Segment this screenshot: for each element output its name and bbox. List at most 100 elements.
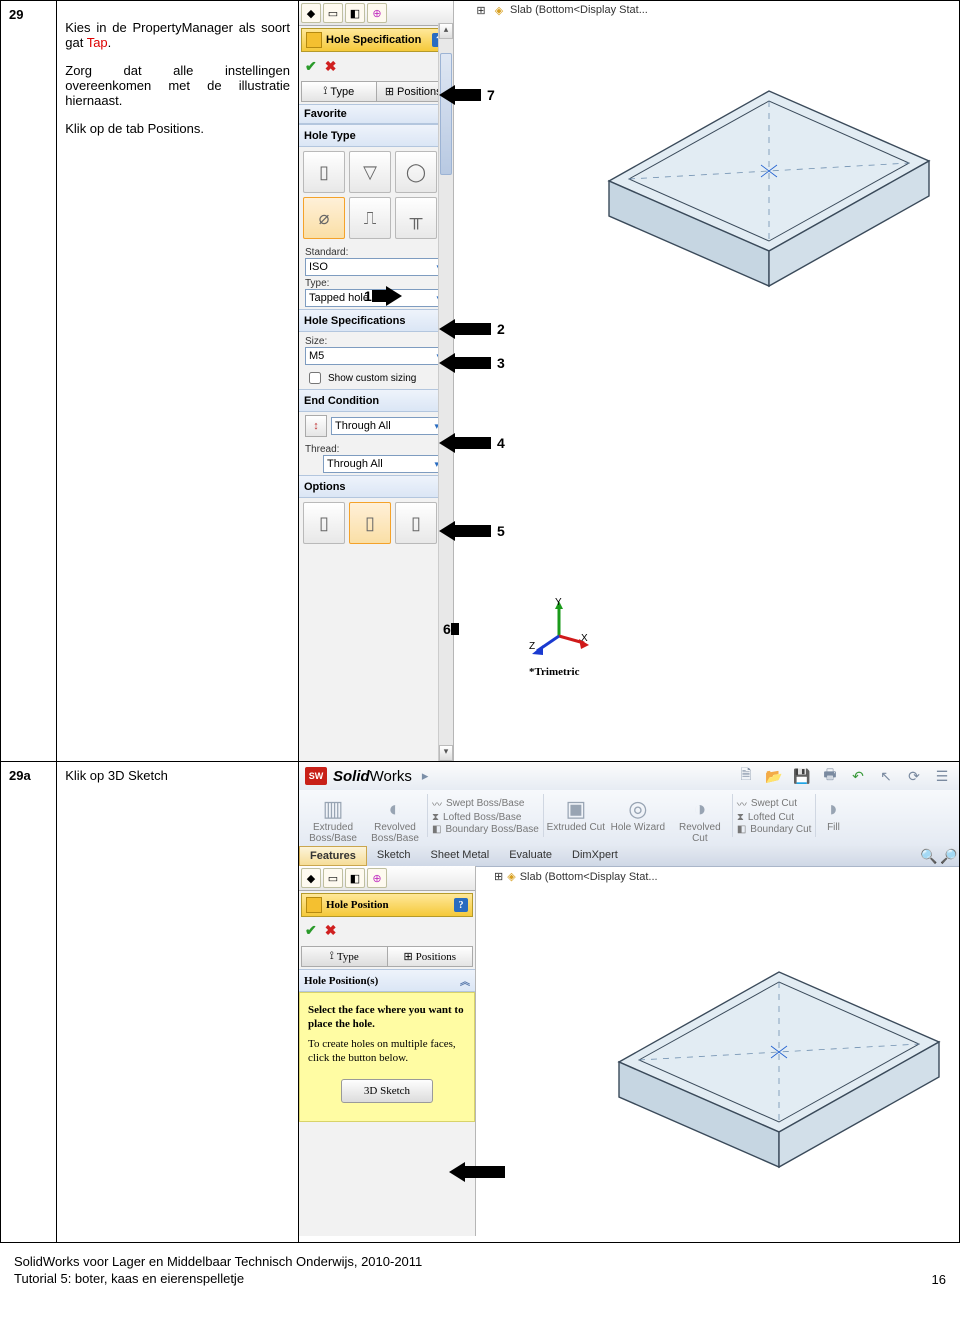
menu-expand-icon[interactable]: ▸ bbox=[422, 768, 429, 784]
lofted-boss-button[interactable]: ⧗Lofted Boss/Base bbox=[432, 812, 539, 823]
footer-line1: SolidWorks voor Lager en Middelbaar Tech… bbox=[14, 1253, 422, 1270]
countersink-icon[interactable]: ▽ bbox=[349, 151, 391, 193]
open-icon[interactable]: 📂 bbox=[763, 765, 785, 787]
cb-show-custom-box[interactable] bbox=[309, 372, 321, 384]
footer-line2: Tutorial 5: boter, kaas en eierenspellet… bbox=[14, 1270, 422, 1287]
help-icon[interactable]: ? bbox=[454, 898, 468, 912]
pm2-tab-positions[interactable]: ⊞Positions bbox=[388, 947, 473, 966]
page-number: 16 bbox=[932, 1272, 946, 1287]
cancel-icon[interactable]: ✖ bbox=[325, 923, 337, 940]
arrow-1: 1 bbox=[309, 286, 402, 306]
options-icon-grid: ▯ ▯ ▯ bbox=[299, 498, 453, 548]
tab-features[interactable]: Features bbox=[299, 846, 367, 866]
type-positions-tabs: ⟟Type ⊞Positions bbox=[301, 81, 451, 102]
expand-icon[interactable]: ⊞ bbox=[474, 3, 488, 17]
lofted-cut-icon: ⧗ bbox=[737, 812, 744, 823]
positions-tab-icon: ⊞ bbox=[385, 85, 394, 98]
feature-tree-breadcrumb-2: ⊞ ◈ Slab (Bottom<Display Stat... bbox=[494, 870, 658, 883]
sec-holeposition[interactable]: Hole Position(s)︽ bbox=[299, 969, 475, 992]
opt-icon-3[interactable]: ▯ bbox=[395, 502, 437, 544]
sec-holetype[interactable]: Hole Type︽ bbox=[299, 124, 453, 147]
pm-tab-dim-icon[interactable]: ⊕ bbox=[367, 3, 387, 23]
dd-standard[interactable]: ISO▾ bbox=[305, 258, 445, 276]
pm-tab-prop-icon[interactable]: ▭ bbox=[323, 3, 343, 23]
expand-icon[interactable]: ⊞ bbox=[494, 870, 503, 883]
boundary-cut-button[interactable]: ◧Boundary Cut bbox=[737, 824, 812, 835]
select-icon[interactable]: ↖ bbox=[875, 765, 897, 787]
view-orientation-label: *Trimetric bbox=[529, 666, 580, 678]
flip-direction-icon[interactable]: ↕ bbox=[305, 415, 327, 437]
legacy-hole-icon[interactable]: ╥ bbox=[395, 197, 437, 239]
chevron-icon: ︽ bbox=[460, 973, 470, 988]
pm-scrollbar[interactable]: ▴ ▾ bbox=[438, 23, 453, 761]
opt-icon-1[interactable]: ▯ bbox=[303, 502, 345, 544]
pm-tab-strip: ◆ ▭ ◧ ⊕ bbox=[299, 1, 453, 26]
sec-holespec[interactable]: Hole Specifications︽ bbox=[299, 309, 453, 332]
counterbore-icon[interactable]: ▯ bbox=[303, 151, 345, 193]
extruded-boss-button[interactable]: ▥Extruded Boss/Base bbox=[303, 794, 363, 844]
lofted-cut-button[interactable]: ⧗Lofted Cut bbox=[737, 812, 812, 823]
tab-sheetmetal[interactable]: Sheet Metal bbox=[421, 846, 500, 866]
tab-evaluate[interactable]: Evaluate bbox=[499, 846, 562, 866]
save-icon[interactable]: 💾 bbox=[791, 765, 813, 787]
swept-cut-button[interactable]: 〰Swept Cut bbox=[737, 796, 812, 811]
pm2-tab-feature-icon[interactable]: ◆ bbox=[301, 868, 321, 888]
opt-icon-2[interactable]: ▯ bbox=[349, 502, 391, 544]
holetype-icon-grid: ▯ ▽ ◯ ⌀ ⎍ ╥ bbox=[299, 147, 453, 243]
extruded-cut-button[interactable]: ▣Extruded Cut bbox=[546, 794, 606, 833]
pipe-tap-icon[interactable]: ⎍ bbox=[349, 197, 391, 239]
hole-wizard-button[interactable]: ◎Hole Wizard bbox=[608, 794, 668, 833]
pm2-tab-strip: ◆ ▭ ◧ ⊕ bbox=[299, 866, 475, 891]
hole-icon[interactable]: ◯ bbox=[395, 151, 437, 193]
pm2-type-positions-tabs: ⟟Type ⊞Positions bbox=[301, 946, 473, 967]
boundary-boss-button[interactable]: ◧Boundary Boss/Base bbox=[432, 824, 539, 835]
swept-boss-button[interactable]: 〰Swept Boss/Base bbox=[432, 796, 539, 811]
sec-favorite[interactable]: Favorite⌄ bbox=[299, 104, 453, 124]
scroll-down-icon[interactable]: ▾ bbox=[439, 745, 453, 761]
dd-size[interactable]: M5▾ bbox=[305, 347, 445, 365]
tab-dimxpert[interactable]: DimXpert bbox=[562, 846, 628, 866]
undo-icon[interactable]: ↶ bbox=[847, 765, 869, 787]
step29-p1: Kies in de PropertyManager als soort gat… bbox=[65, 20, 290, 50]
cb-show-custom[interactable]: Show custom sizing bbox=[299, 367, 453, 389]
fillet-button[interactable]: ◗Fill bbox=[818, 794, 848, 833]
revolved-cut-button[interactable]: ◑Revolved Cut bbox=[670, 794, 730, 844]
scroll-thumb[interactable] bbox=[440, 53, 452, 175]
fillet-icon: ◗ bbox=[818, 794, 848, 822]
options-icon[interactable]: ☰ bbox=[931, 765, 953, 787]
tab-type[interactable]: ⟟Type bbox=[302, 82, 377, 101]
tab-sketch[interactable]: Sketch bbox=[367, 846, 421, 866]
pm-tab-config-icon[interactable]: ◧ bbox=[345, 3, 365, 23]
3d-sketch-button[interactable]: 3D Sketch bbox=[341, 1079, 433, 1103]
page-footer: SolidWorks voor Lager en Middelbaar Tech… bbox=[0, 1243, 960, 1303]
pm2-tab-config-icon[interactable]: ◧ bbox=[345, 868, 365, 888]
tree-text: Slab (Bottom<Display Stat... bbox=[520, 871, 658, 883]
pm2-tab-prop-icon[interactable]: ▭ bbox=[323, 868, 343, 888]
cancel-icon[interactable]: ✖ bbox=[325, 58, 337, 75]
sec-endcond[interactable]: End Condition︽ bbox=[299, 389, 453, 412]
ok-icon[interactable]: ✔ bbox=[305, 58, 317, 75]
rebuild-icon[interactable]: ⟳ bbox=[903, 765, 925, 787]
zoom-area-icon[interactable]: 🔎 bbox=[939, 846, 959, 866]
tap-icon[interactable]: ⌀ bbox=[303, 197, 345, 239]
dd-endcond[interactable]: Through All▾ bbox=[331, 417, 443, 435]
step-text-29a: Klik op 3D Sketch bbox=[57, 762, 299, 1243]
swept-cut-icon: 〰 bbox=[737, 796, 747, 811]
pm2-tab-type[interactable]: ⟟Type bbox=[302, 947, 388, 966]
pm-tab-feature-icon[interactable]: ◆ bbox=[301, 3, 321, 23]
screenshot-29a: SW SolidWorks ▸ 🗎 📂 💾 🖶 ↶ ↖ ⟳ ☰ ▥Extrude… bbox=[299, 762, 960, 1243]
tree-text: Slab (Bottom<Display Stat... bbox=[510, 4, 648, 16]
scroll-up-icon[interactable]: ▴ bbox=[439, 23, 453, 39]
dd-thread[interactable]: Through All▾ bbox=[323, 455, 443, 473]
pm-title-text: Hole Specification bbox=[326, 34, 421, 46]
lofted-boss-icon: ⧗ bbox=[432, 812, 439, 823]
zoom-fit-icon[interactable]: 🔍 bbox=[919, 846, 939, 866]
revolved-boss-button[interactable]: ◐Revolved Boss/Base bbox=[365, 794, 425, 844]
boundary-cut-icon: ◧ bbox=[737, 824, 746, 835]
print-icon[interactable]: 🖶 bbox=[819, 765, 841, 787]
arrow-5: 5 bbox=[439, 521, 505, 541]
pm2-tab-dim-icon[interactable]: ⊕ bbox=[367, 868, 387, 888]
ok-icon[interactable]: ✔ bbox=[305, 923, 317, 940]
new-doc-icon[interactable]: 🗎 bbox=[735, 765, 757, 787]
sec-options[interactable]: Options︽ bbox=[299, 475, 453, 498]
